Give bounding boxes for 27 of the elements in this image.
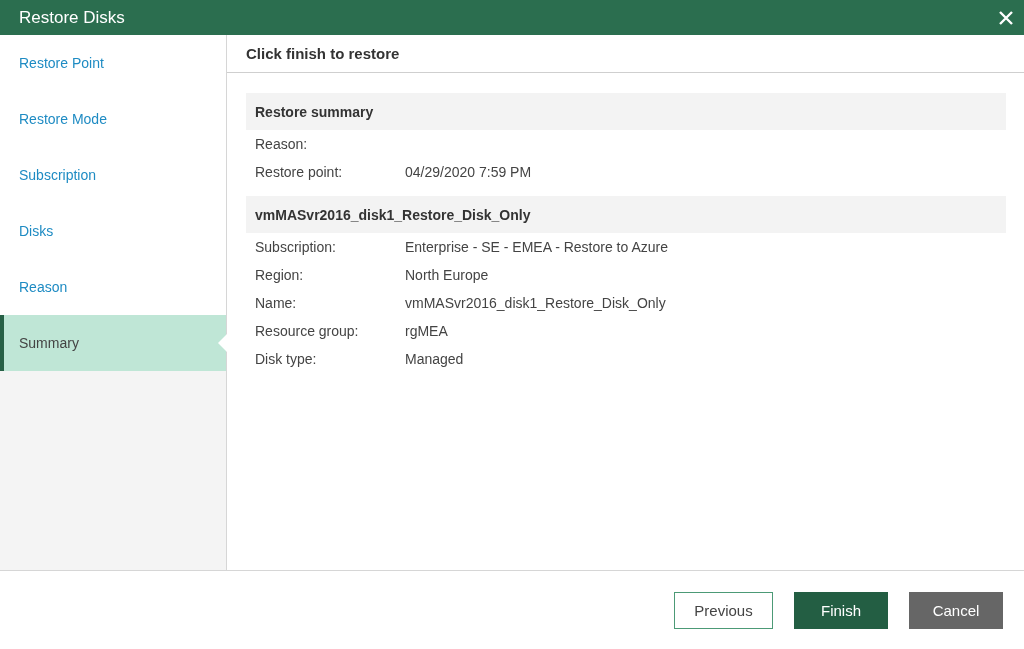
sidebar-item[interactable]: Subscription [0,147,226,203]
field-value: North Europe [405,267,489,283]
field-label: Name: [255,295,298,311]
close-icon[interactable] [998,9,1014,26]
field-label: Subscription: [255,239,337,255]
field-label: Restore point: [255,164,344,180]
section-heading: vmMASvr2016_disk1_Restore_Disk_Only [246,196,1006,233]
sidebar-item[interactable]: Restore Mode [0,91,226,147]
field-value: Managed [405,351,464,367]
dialog-button[interactable]: Finish [794,591,888,629]
field-label: Reason: [255,136,309,152]
section-heading: Restore summary [246,93,1006,130]
field-value: rgMEA [405,323,448,339]
sidebar-item[interactable]: Summary [0,315,226,371]
field-value: Enterprise - SE - EMEA - Restore to Azure [405,239,668,255]
window-title: Restore Disks [19,7,125,28]
field-label: Region: [255,267,305,283]
sidebar-item[interactable]: Reason [0,259,226,315]
sidebar-item[interactable]: Restore Point [0,35,226,91]
field-label: Resource group: [255,323,360,339]
field-value: 04/29/2020 7:59 PM [405,164,532,180]
field-label: Disk type: [255,351,318,367]
dialog-button[interactable]: Previous [674,591,773,629]
dialog-button[interactable]: Cancel [909,591,1003,629]
page-heading: Click finish to restore [227,35,1024,73]
field-value: vmMASvr2016_disk1_Restore_Disk_Only [405,295,666,311]
sidebar-item[interactable]: Disks [0,203,226,259]
